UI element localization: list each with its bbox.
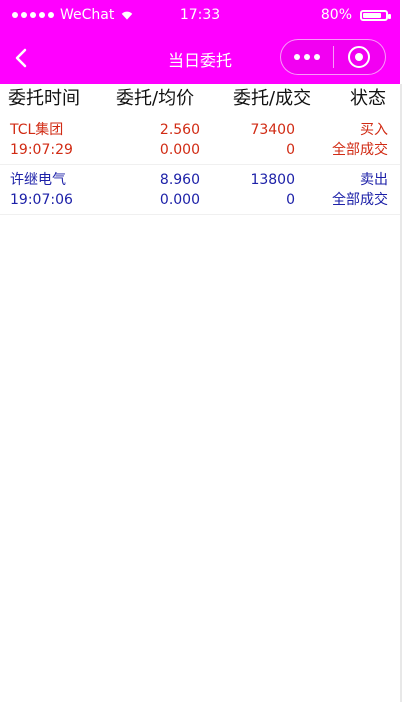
table-header: 委托时间 委托/均价 委托/成交 状态	[0, 86, 400, 116]
battery-group: 80%	[320, 7, 391, 23]
avg-price: 0.000	[159, 192, 200, 208]
order-qty: 13800	[250, 172, 295, 188]
table-row[interactable]: TCL集团 19:07:29 2.560 0.000 73400 0 买入 全部…	[0, 120, 400, 166]
table-row[interactable]: 许继电气 19:07:06 8.960 0.000 13800 0 卖出 全部成…	[0, 170, 400, 216]
avg-price: 0.000	[159, 142, 200, 158]
stock-name: TCL集团	[10, 122, 64, 138]
order-status: 全部成交	[332, 142, 388, 158]
battery-icon	[360, 9, 391, 21]
filled-qty: 0	[286, 192, 295, 208]
order-price: 2.560	[159, 122, 200, 138]
order-price: 8.960	[159, 172, 200, 188]
order-time: 19:07:06	[10, 192, 73, 208]
row-divider	[0, 214, 400, 215]
order-qty: 73400	[250, 122, 295, 138]
filled-qty: 0	[286, 142, 295, 158]
stock-name: 许继电气	[10, 172, 66, 188]
header-qty: 委托/成交	[233, 88, 312, 109]
order-time: 19:07:29	[10, 142, 73, 158]
row-divider	[0, 164, 400, 165]
header-status: 状态	[350, 88, 386, 109]
more-button[interactable]	[281, 40, 333, 74]
header-time: 委托时间	[8, 88, 80, 109]
battery-fill	[363, 12, 381, 18]
close-button[interactable]	[333, 40, 385, 74]
status-bar: WeChat 17:33 80%	[0, 0, 400, 34]
order-status: 全部成交	[332, 192, 388, 208]
trade-side: 卖出	[360, 172, 388, 188]
capsule-menu	[280, 39, 386, 75]
close-target-icon	[348, 46, 371, 68]
more-icon	[293, 54, 320, 60]
trade-side: 买入	[360, 122, 388, 138]
header-price: 委托/均价	[116, 88, 195, 109]
nav-bar: 当日委托	[0, 34, 400, 84]
battery-percent: 80%	[320, 7, 352, 23]
